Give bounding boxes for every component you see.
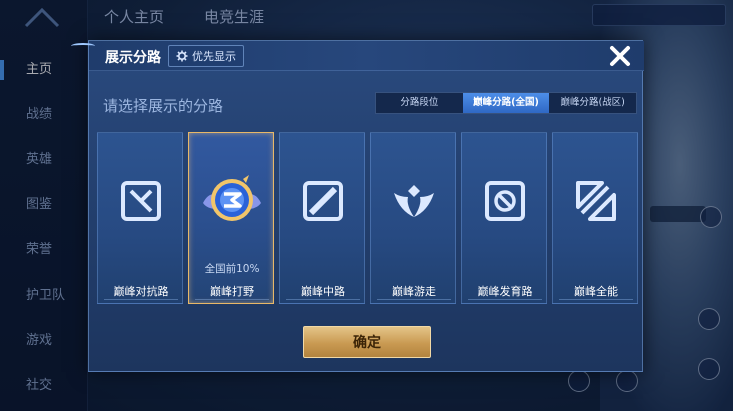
header-decoration <box>71 43 95 49</box>
card-divider <box>377 299 451 300</box>
close-button[interactable] <box>599 41 641 71</box>
lane-card-label: 巅峰对抗路 <box>113 285 169 298</box>
confirm-button[interactable]: 确定 <box>303 326 431 358</box>
lane-clash-icon <box>121 181 161 221</box>
lane-roam-icon <box>394 185 434 217</box>
lane-card-label: 巅峰发育路 <box>477 285 533 298</box>
lane-display-dialog: 展示分路 优先显示 请选择展示的分路 分路段位 巅峰分路(全国) 巅峰分路(战区… <box>71 40 644 372</box>
lane-card-mid[interactable]: 巅峰中路 <box>279 132 365 304</box>
lane-card-label: 巅峰打野 <box>210 285 254 298</box>
lane-card-all[interactable]: 巅峰全能 <box>552 132 638 304</box>
dialog-header: 展示分路 优先显示 <box>71 41 644 71</box>
all-lanes-icon <box>576 181 616 221</box>
close-icon <box>610 46 630 66</box>
lane-rank-text: 全国前10% <box>204 263 260 275</box>
card-divider <box>104 299 178 300</box>
lane-card-list: 巅峰对抗路 全国前10% 巅峰打野 巅峰中路 巅峰游走 巅峰发育路 巅峰全能 <box>97 132 638 304</box>
lane-card-label: 巅峰中路 <box>301 285 345 298</box>
segment-peak-region[interactable]: 巅峰分路(战区) <box>549 93 636 113</box>
jungle-emblem-icon <box>203 175 261 221</box>
lane-farm-icon <box>485 181 525 221</box>
lane-card-label: 巅峰全能 <box>574 285 618 298</box>
lane-card-jungle[interactable]: 全国前10% 巅峰打野 <box>188 132 274 304</box>
card-divider <box>468 299 542 300</box>
card-divider <box>286 299 360 300</box>
card-divider <box>559 299 633 300</box>
segment-lane-rank[interactable]: 分路段位 <box>376 93 463 113</box>
gear-icon <box>176 50 188 62</box>
lane-card-farm[interactable]: 巅峰发育路 <box>461 132 547 304</box>
card-divider <box>195 299 269 300</box>
priority-display-button[interactable]: 优先显示 <box>168 45 244 67</box>
lane-card-roam[interactable]: 巅峰游走 <box>370 132 456 304</box>
lane-mid-icon <box>303 181 343 221</box>
dialog-subtitle: 请选择展示的分路 <box>103 97 224 115</box>
lane-type-segmented-control: 分路段位 巅峰分路(全国) 巅峰分路(战区) <box>375 92 637 114</box>
lane-card-clash[interactable]: 巅峰对抗路 <box>97 132 183 304</box>
priority-display-label: 优先显示 <box>192 50 236 63</box>
lane-card-label: 巅峰游走 <box>392 285 436 298</box>
segment-peak-national[interactable]: 巅峰分路(全国) <box>462 93 550 113</box>
dialog-title: 展示分路 <box>105 50 161 66</box>
